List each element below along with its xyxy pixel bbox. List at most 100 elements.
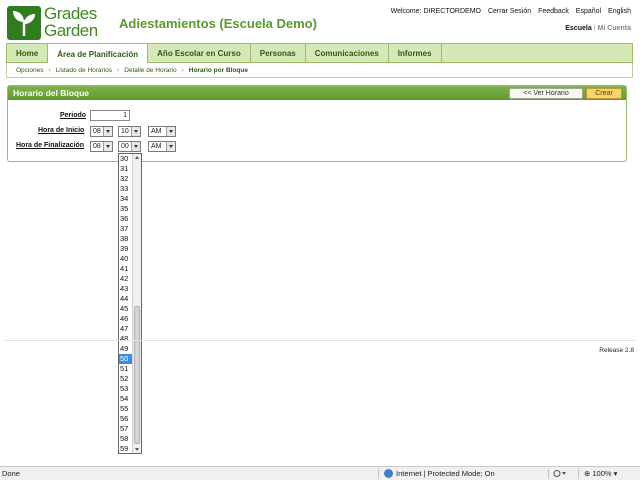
- scope-school-link[interactable]: Escuela: [565, 25, 591, 32]
- breadcrumb-schedule-list[interactable]: Listado de Horarios: [56, 67, 112, 74]
- security-zone-text: Internet | Protected Mode: On: [396, 469, 495, 478]
- minute-option[interactable]: 38: [119, 234, 133, 244]
- minute-option[interactable]: 33: [119, 184, 133, 194]
- minute-option[interactable]: 44: [119, 294, 133, 304]
- end-minute-value: 00: [121, 143, 129, 150]
- minute-option[interactable]: 51: [119, 364, 133, 374]
- main-nav: Home Área de Planificación Año Escolar e…: [6, 43, 633, 65]
- end-minute-select[interactable]: 00: [118, 141, 141, 152]
- browser-status-bar: Done Internet | Protected Mode: On ⊕ 100…: [0, 466, 640, 480]
- minute-option[interactable]: 46: [119, 314, 133, 324]
- security-zone[interactable]: Internet | Protected Mode: On: [384, 469, 495, 478]
- top-links: Welcome: DIRECTORDEMO Cerrar Sesión Feed…: [386, 8, 631, 15]
- chevron-down-icon: [131, 127, 140, 136]
- breadcrumb-separator-icon: ›: [48, 66, 51, 74]
- minute-option[interactable]: 45: [119, 304, 133, 314]
- minute-option[interactable]: 56: [119, 414, 133, 424]
- minute-option[interactable]: 34: [119, 194, 133, 204]
- footer-divider: [5, 340, 635, 341]
- minute-option[interactable]: 59: [119, 444, 133, 454]
- minute-option[interactable]: 54: [119, 394, 133, 404]
- minute-dropdown-list[interactable]: 30 31 32 33 34 35 36 37 38 39 40 41 42 43 44 45 46 47 48 49…: [118, 153, 142, 454]
- school-title: Adiestamientos (Escuela Demo): [119, 16, 317, 31]
- nav-people[interactable]: Personas: [251, 44, 306, 62]
- end-hour-value: 08: [93, 143, 101, 150]
- breadcrumb-schedule-detail[interactable]: Detalle de Horario: [124, 67, 176, 74]
- zoom-level[interactable]: ⊕ 100% ▾: [584, 469, 617, 478]
- minute-option[interactable]: 36: [119, 214, 133, 224]
- chevron-down-icon: [103, 127, 112, 136]
- chevron-down-icon: [166, 127, 175, 136]
- breadcrumb-options[interactable]: Opciones: [16, 67, 43, 74]
- zoom-value: 100%: [592, 469, 612, 478]
- minute-option[interactable]: 31: [119, 164, 133, 174]
- scroll-up-arrow-icon[interactable]: [133, 154, 141, 162]
- start-ampm-value: AM: [151, 128, 162, 135]
- block-schedule-panel: Horario del Bloque << Ver Horario Crear …: [7, 85, 627, 162]
- minute-option[interactable]: 39: [119, 244, 133, 254]
- chevron-down-icon: [166, 142, 175, 151]
- globe-icon: [384, 469, 393, 478]
- view-schedule-button[interactable]: << Ver Horario: [509, 88, 583, 99]
- minute-option[interactable]: 47: [119, 324, 133, 334]
- start-ampm-select[interactable]: AM: [148, 126, 176, 137]
- minute-options: 30 31 32 33 34 35 36 37 38 39 40 41 42 43 44 45 46 47 48 49…: [119, 154, 133, 454]
- leaf-logo-icon: [7, 6, 41, 40]
- start-minute-value: 10: [121, 128, 129, 135]
- minute-option[interactable]: 41: [119, 264, 133, 274]
- nav-current-school-year[interactable]: Año Escolar en Curso: [148, 44, 251, 62]
- minute-option[interactable]: 40: [119, 254, 133, 264]
- nav-planning-area[interactable]: Área de Planificación: [48, 44, 149, 65]
- zoom-dropdown-icon: ▾: [613, 469, 618, 478]
- minute-option[interactable]: 48: [119, 334, 133, 344]
- feedback-link[interactable]: Feedback: [538, 8, 569, 15]
- scope-switch: Escuela | Mi Cuenta: [565, 25, 631, 32]
- minute-option[interactable]: 35: [119, 204, 133, 214]
- minute-option[interactable]: 42: [119, 274, 133, 284]
- breadcrumb-separator-icon: ›: [181, 66, 184, 74]
- end-ampm-value: AM: [151, 143, 162, 150]
- language-spanish-link[interactable]: Español: [576, 8, 601, 15]
- start-hour-select[interactable]: 08: [90, 126, 113, 137]
- minute-option[interactable]: 55: [119, 404, 133, 414]
- scrollbar-thumb[interactable]: [134, 306, 140, 444]
- status-tools-icon[interactable]: [553, 469, 567, 478]
- minute-option[interactable]: 32: [119, 174, 133, 184]
- logo-wordmark: Grades Garden: [44, 4, 98, 40]
- scope-account-link[interactable]: Mi Cuenta: [598, 25, 631, 32]
- minute-option[interactable]: 57: [119, 424, 133, 434]
- minute-option[interactable]: 43: [119, 284, 133, 294]
- status-divider: [548, 469, 549, 479]
- language-english-link[interactable]: English: [608, 8, 631, 15]
- end-hour-select[interactable]: 08: [90, 141, 113, 152]
- status-divider: [578, 469, 579, 479]
- minute-option[interactable]: 30: [119, 154, 133, 164]
- period-input[interactable]: 1: [90, 110, 130, 121]
- status-text: Done: [2, 469, 20, 478]
- nav-reports[interactable]: Informes: [389, 44, 442, 62]
- minute-option[interactable]: 53: [119, 384, 133, 394]
- minute-option[interactable]: 52: [119, 374, 133, 384]
- end-ampm-select[interactable]: AM: [148, 141, 176, 152]
- grades-garden-logo[interactable]: Grades Garden: [7, 4, 109, 42]
- breadcrumb: Opciones › Listado de Horarios › Detalle…: [6, 63, 633, 78]
- create-button[interactable]: Crear: [586, 88, 622, 99]
- minute-option[interactable]: 49: [119, 344, 133, 354]
- welcome-text: Welcome: DIRECTORDEMO: [390, 8, 481, 15]
- status-divider: [378, 469, 379, 479]
- chevron-down-icon: [103, 142, 112, 151]
- scroll-down-arrow-icon[interactable]: [133, 445, 141, 453]
- start-minute-select[interactable]: 10: [118, 126, 141, 137]
- chevron-down-icon: [131, 142, 140, 151]
- zoom-icon: ⊕: [584, 469, 591, 478]
- start-hour-value: 08: [93, 128, 101, 135]
- minute-option[interactable]: 50: [119, 354, 133, 364]
- nav-home[interactable]: Home: [7, 44, 49, 62]
- minute-option[interactable]: 58: [119, 434, 133, 444]
- dropdown-scrollbar[interactable]: [132, 154, 141, 453]
- breadcrumb-separator-icon: ›: [117, 66, 120, 74]
- logout-link[interactable]: Cerrar Sesión: [488, 8, 531, 15]
- period-label: Periodo: [60, 112, 87, 119]
- minute-option[interactable]: 37: [119, 224, 133, 234]
- nav-communications[interactable]: Comunicaciones: [306, 44, 389, 62]
